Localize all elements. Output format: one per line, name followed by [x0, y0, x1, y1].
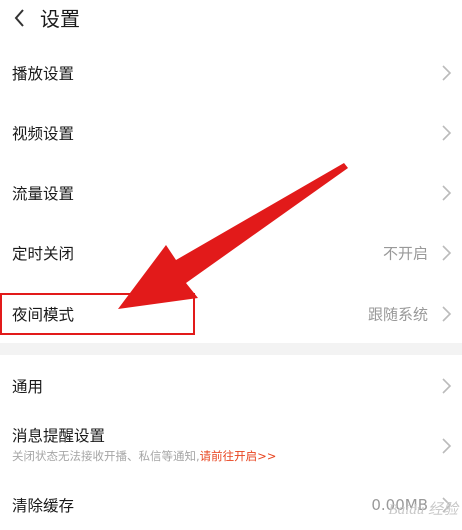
- notification-hint-text: 关闭状态无法接收开播、私信等通知,: [12, 449, 200, 463]
- settings-row-video[interactable]: 视频设置: [0, 103, 462, 163]
- row-value: 不开启: [382, 244, 428, 263]
- settings-row-playback[interactable]: 播放设置: [0, 43, 462, 103]
- chevron-right-icon: [442, 185, 452, 201]
- row-label: 清除缓存: [12, 497, 75, 515]
- settings-row-general[interactable]: 通用: [0, 356, 462, 416]
- row-label: 流量设置: [12, 185, 75, 203]
- back-arrow-icon[interactable]: [10, 5, 32, 31]
- page-title: 设置: [40, 7, 80, 31]
- chevron-right-icon: [442, 65, 452, 81]
- row-label: 定时关闭: [12, 245, 75, 263]
- annotation-highlight-box: [0, 293, 195, 335]
- settings-row-message-reminder[interactable]: 消息提醒设置: [0, 417, 462, 475]
- settings-row-timer-off[interactable]: 定时关闭 不开启: [0, 223, 462, 283]
- row-label: 消息提醒设置: [12, 427, 106, 445]
- row-label: 播放设置: [12, 65, 75, 83]
- section-divider: [0, 343, 462, 355]
- row-label: 通用: [12, 378, 44, 396]
- settings-row-traffic[interactable]: 流量设置: [0, 163, 462, 223]
- chevron-right-icon: [442, 245, 452, 261]
- chevron-right-icon: [442, 125, 452, 141]
- enable-notification-link[interactable]: 请前往开启>>: [200, 449, 277, 463]
- chevron-right-icon: [442, 306, 452, 322]
- chevron-right-icon: [442, 438, 452, 454]
- notification-hint: 关闭状态无法接收开播、私信等通知,请前往开启>>: [12, 448, 276, 464]
- watermark: Baidu 经验: [388, 502, 458, 518]
- chevron-right-icon: [442, 378, 452, 394]
- row-value: 跟随系统: [367, 305, 428, 324]
- top-bar: 设置: [0, 0, 462, 42]
- row-label: 视频设置: [12, 125, 75, 143]
